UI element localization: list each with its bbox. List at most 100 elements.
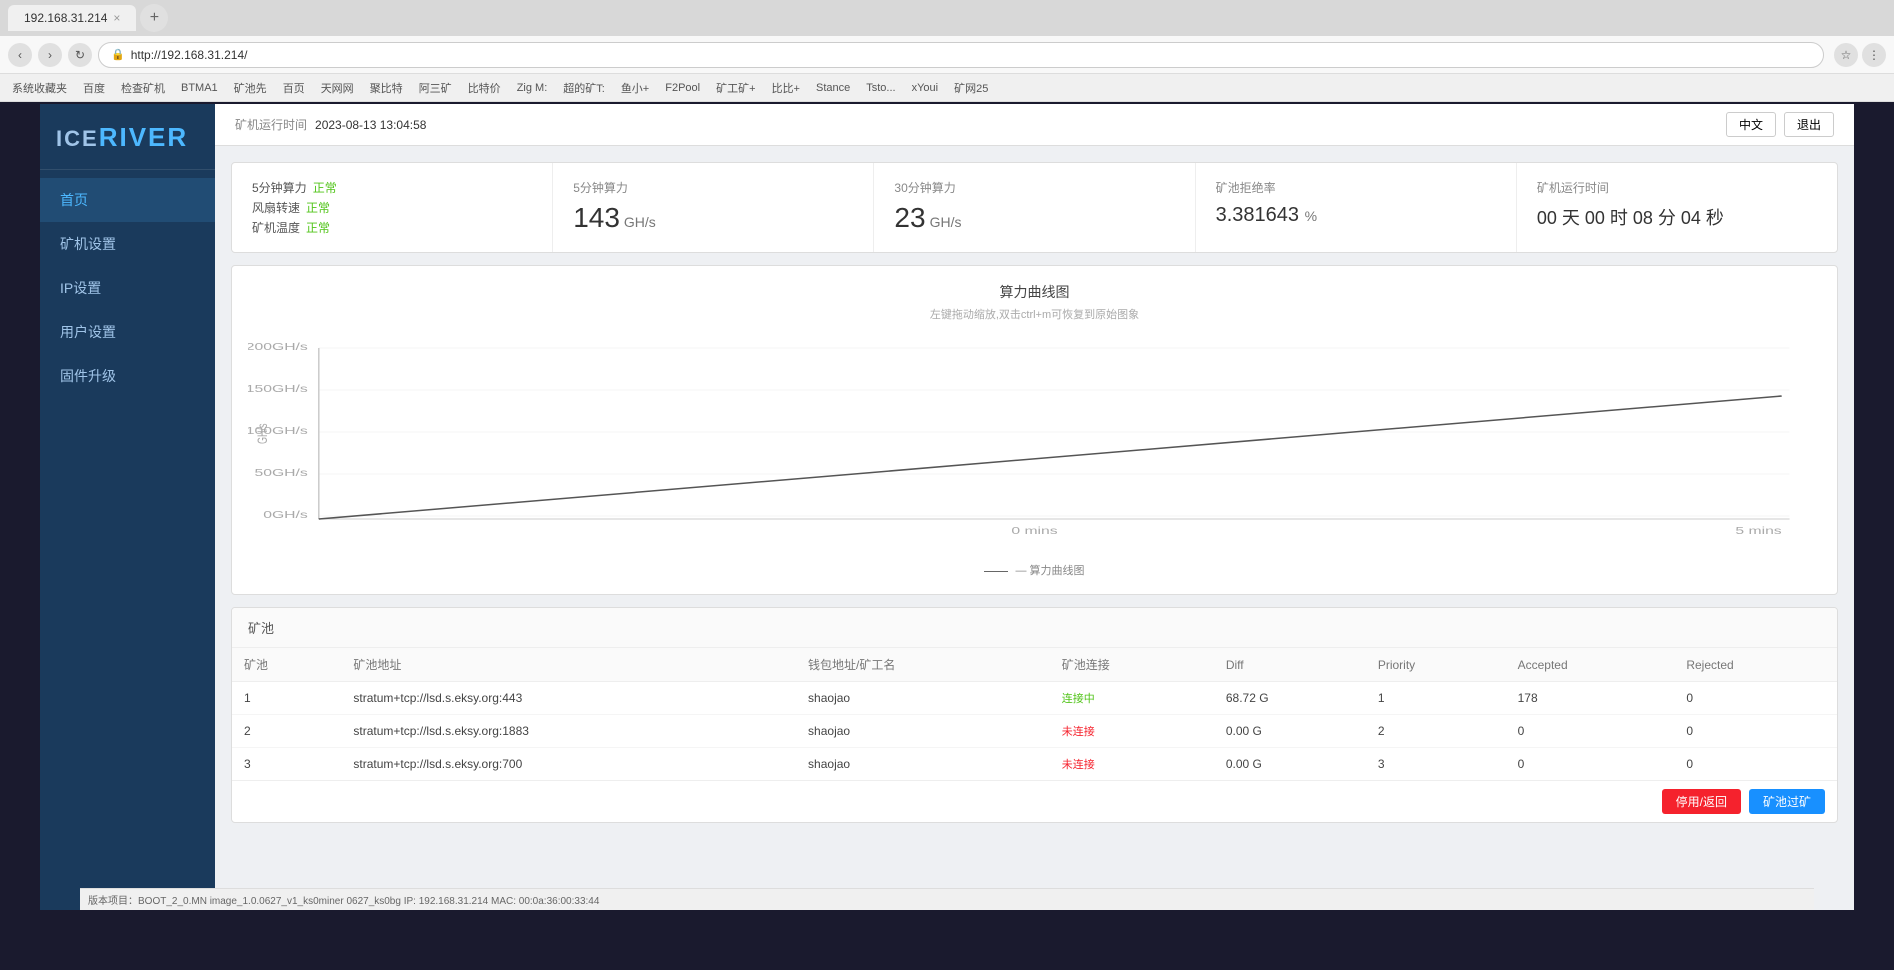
stat-title-runtime: 矿机运行时间 xyxy=(1537,179,1817,196)
sidebar-item-ip-settings[interactable]: IP设置 xyxy=(40,266,215,310)
temp-label: 矿机温度 xyxy=(252,219,300,236)
bookmark-item[interactable]: BTMA1 xyxy=(177,80,222,96)
bookmark-item[interactable]: 天网网 xyxy=(317,78,358,98)
status-list: 5分钟算力 正常 风扇转速 正常 矿机温度 正常 xyxy=(252,179,532,236)
browser-tabs: 192.168.31.214 × + xyxy=(0,0,1894,36)
nav-label-firmware: 固件升级 xyxy=(60,368,116,384)
rejection-number: 3.381643 xyxy=(1216,204,1299,226)
connection-status-3: 未连接 xyxy=(1062,759,1095,771)
address-text: http://192.168.31.214/ xyxy=(131,48,248,62)
status-fan: 风扇转速 正常 xyxy=(252,199,532,216)
chart-svg: 200GH/s 150GH/s 100GH/s 50GH/s 0GH/s GH/… xyxy=(248,334,1821,554)
pool-header: 矿池 xyxy=(232,608,1837,648)
runtime-label: 矿机运行时间 xyxy=(235,116,307,133)
pool-connection-2: 未连接 xyxy=(1050,715,1214,748)
status-hashrate: 5分钟算力 正常 xyxy=(252,179,532,196)
temp-status: 正常 xyxy=(306,219,330,236)
pool-table: 矿池 矿池地址 钱包地址/矿工名 矿池连接 Diff Priority Acce… xyxy=(232,648,1837,780)
sidebar-item-miner-settings[interactable]: 矿机设置 xyxy=(40,222,215,266)
main-content: 矿机运行时间 2023-08-13 13:04:58 中文 退出 5分钟算力 正… xyxy=(215,104,1854,910)
nav-label-ip-settings: IP设置 xyxy=(60,280,101,296)
footer-bar: 版本项目：BOOT_2_0.MN image_1.0.0627_v1_ks0mi… xyxy=(215,888,1814,910)
pool-wallet-3: shaojao xyxy=(796,748,1050,781)
browser-bookmarks: 系统收藏夹 百度 检查矿机 BTMA1 矿池先 百页 天网网 聚比特 阿三矿 比… xyxy=(0,74,1894,102)
address-bar[interactable]: 🔒 http://192.168.31.214/ xyxy=(98,42,1824,68)
sidebar-item-user-settings[interactable]: 用户设置 xyxy=(40,310,215,354)
connection-status-2: 未连接 xyxy=(1062,726,1095,738)
bookmark-item[interactable]: 矿网25 xyxy=(950,78,992,98)
bookmark-item[interactable]: 比比+ xyxy=(768,78,804,98)
bookmark-item[interactable]: xYoui xyxy=(908,80,943,96)
browser-tab[interactable]: 192.168.31.214 × xyxy=(8,5,136,31)
tab-close-icon[interactable]: × xyxy=(113,11,120,25)
svg-text:5 mins: 5 mins xyxy=(1735,525,1782,536)
bookmark-item[interactable]: 阿三矿 xyxy=(415,78,456,98)
bookmark-item[interactable]: 百页 xyxy=(279,78,309,98)
footer-text: 版本项目：BOOT_2_0.MN image_1.0.0627_v1_ks0mi… xyxy=(215,892,599,907)
bookmark-item[interactable]: Tsto... xyxy=(862,80,899,96)
pool-rejected-2: 0 xyxy=(1674,715,1837,748)
hashrate-label: 5分钟算力 xyxy=(252,179,307,196)
svg-text:150GH/s: 150GH/s xyxy=(248,383,308,394)
bookmark-item[interactable]: 系统收藏夹 xyxy=(8,78,71,98)
stat-card-status: 5分钟算力 正常 风扇转速 正常 矿机温度 正常 xyxy=(232,163,553,252)
pool-diff-2: 0.00 G xyxy=(1214,715,1366,748)
rejection-unit: % xyxy=(1305,208,1317,224)
legend-line-icon xyxy=(984,571,1008,572)
language-button[interactable]: 中文 xyxy=(1726,112,1776,137)
legend-label: — 算力曲线图 xyxy=(1016,565,1085,577)
pool-accepted-2: 0 xyxy=(1506,715,1675,748)
secure-icon: 🔒 xyxy=(111,48,125,61)
stat-value-runtime: 00 天 00 时 08 分 04 秒 xyxy=(1537,204,1817,230)
stat-title-rejection: 矿池拒绝率 xyxy=(1216,179,1496,196)
svg-text:0 mins: 0 mins xyxy=(1011,525,1058,536)
browser-nav: ‹ › ↻ 🔒 http://192.168.31.214/ ☆ ⋮ xyxy=(0,36,1894,74)
pool-address-1: stratum+tcp://lsd.s.eksy.org:443 xyxy=(341,682,796,715)
back-button[interactable]: ‹ xyxy=(8,43,32,67)
status-temp: 矿机温度 正常 xyxy=(252,219,532,236)
menu-icon[interactable]: ⋮ xyxy=(1862,43,1886,67)
logo-prefix: ICE xyxy=(56,126,99,151)
logo-area: ICERIVER xyxy=(40,104,215,170)
bookmark-item[interactable]: 超的矿T: xyxy=(559,78,609,98)
bookmark-item[interactable]: 检查矿机 xyxy=(117,78,169,98)
nav-label-home: 首页 xyxy=(60,192,88,208)
nav-label-miner-settings: 矿机设置 xyxy=(60,236,116,252)
new-tab-button[interactable]: + xyxy=(140,4,168,32)
bookmark-item[interactable]: F2Pool xyxy=(661,80,704,96)
sidebar-item-firmware[interactable]: 固件升级 xyxy=(40,354,215,398)
col-header-wallet: 钱包地址/矿工名 xyxy=(796,648,1050,682)
sidebar: ICERIVER 首页 矿机设置 IP设置 用户设置 固件升级 xyxy=(40,104,215,910)
bookmark-item[interactable]: 聚比特 xyxy=(366,78,407,98)
pool-address-2: stratum+tcp://lsd.s.eksy.org:1883 xyxy=(341,715,796,748)
logout-button[interactable]: 退出 xyxy=(1784,112,1834,137)
reload-button[interactable]: ↻ xyxy=(68,43,92,67)
bookmark-star-icon[interactable]: ☆ xyxy=(1834,43,1858,67)
stat-card-runtime: 矿机运行时间 00 天 00 时 08 分 04 秒 xyxy=(1517,163,1837,252)
sidebar-item-home[interactable]: 首页 xyxy=(40,178,215,222)
hashrate-30min-number: 23 xyxy=(894,202,925,234)
bookmark-item[interactable]: Stance xyxy=(812,80,854,96)
browser-chrome: 192.168.31.214 × + ‹ › ↻ 🔒 http://192.16… xyxy=(0,0,1894,102)
hashrate-5min-number: 143 xyxy=(573,202,620,234)
bookmark-item[interactable]: 矿工矿+ xyxy=(712,78,759,98)
table-header-row: 矿池 矿池地址 钱包地址/矿工名 矿池连接 Diff Priority Acce… xyxy=(232,648,1837,682)
col-header-diff: Diff xyxy=(1214,648,1366,682)
pool-id-3: 3 xyxy=(232,748,341,781)
pool-address-3: stratum+tcp://lsd.s.eksy.org:700 xyxy=(341,748,796,781)
chart-container: 算力曲线图 左键拖动缩放,双击ctrl+m可恢复到原始图象 200GH/s 15… xyxy=(231,265,1838,595)
svg-text:0GH/s: 0GH/s xyxy=(263,509,308,520)
table-row: 3 stratum+tcp://lsd.s.eksy.org:700 shaoj… xyxy=(232,748,1837,781)
connection-status-1: 连接中 xyxy=(1062,693,1095,705)
header-actions: 中文 退出 xyxy=(1726,112,1834,137)
bookmark-item[interactable]: 百度 xyxy=(79,78,109,98)
table-actions: 停用/返回 矿池过矿 xyxy=(232,780,1837,822)
content-header: 矿机运行时间 2023-08-13 13:04:58 中文 退出 xyxy=(215,104,1854,146)
bookmark-item[interactable]: 鱼小+ xyxy=(617,78,653,98)
save-button[interactable]: 矿池过矿 xyxy=(1749,789,1825,814)
bookmark-item[interactable]: Zig M: xyxy=(513,80,552,96)
bookmark-item[interactable]: 矿池先 xyxy=(230,78,271,98)
delete-button[interactable]: 停用/返回 xyxy=(1662,789,1741,814)
forward-button[interactable]: › xyxy=(38,43,62,67)
bookmark-item[interactable]: 比特价 xyxy=(464,78,505,98)
